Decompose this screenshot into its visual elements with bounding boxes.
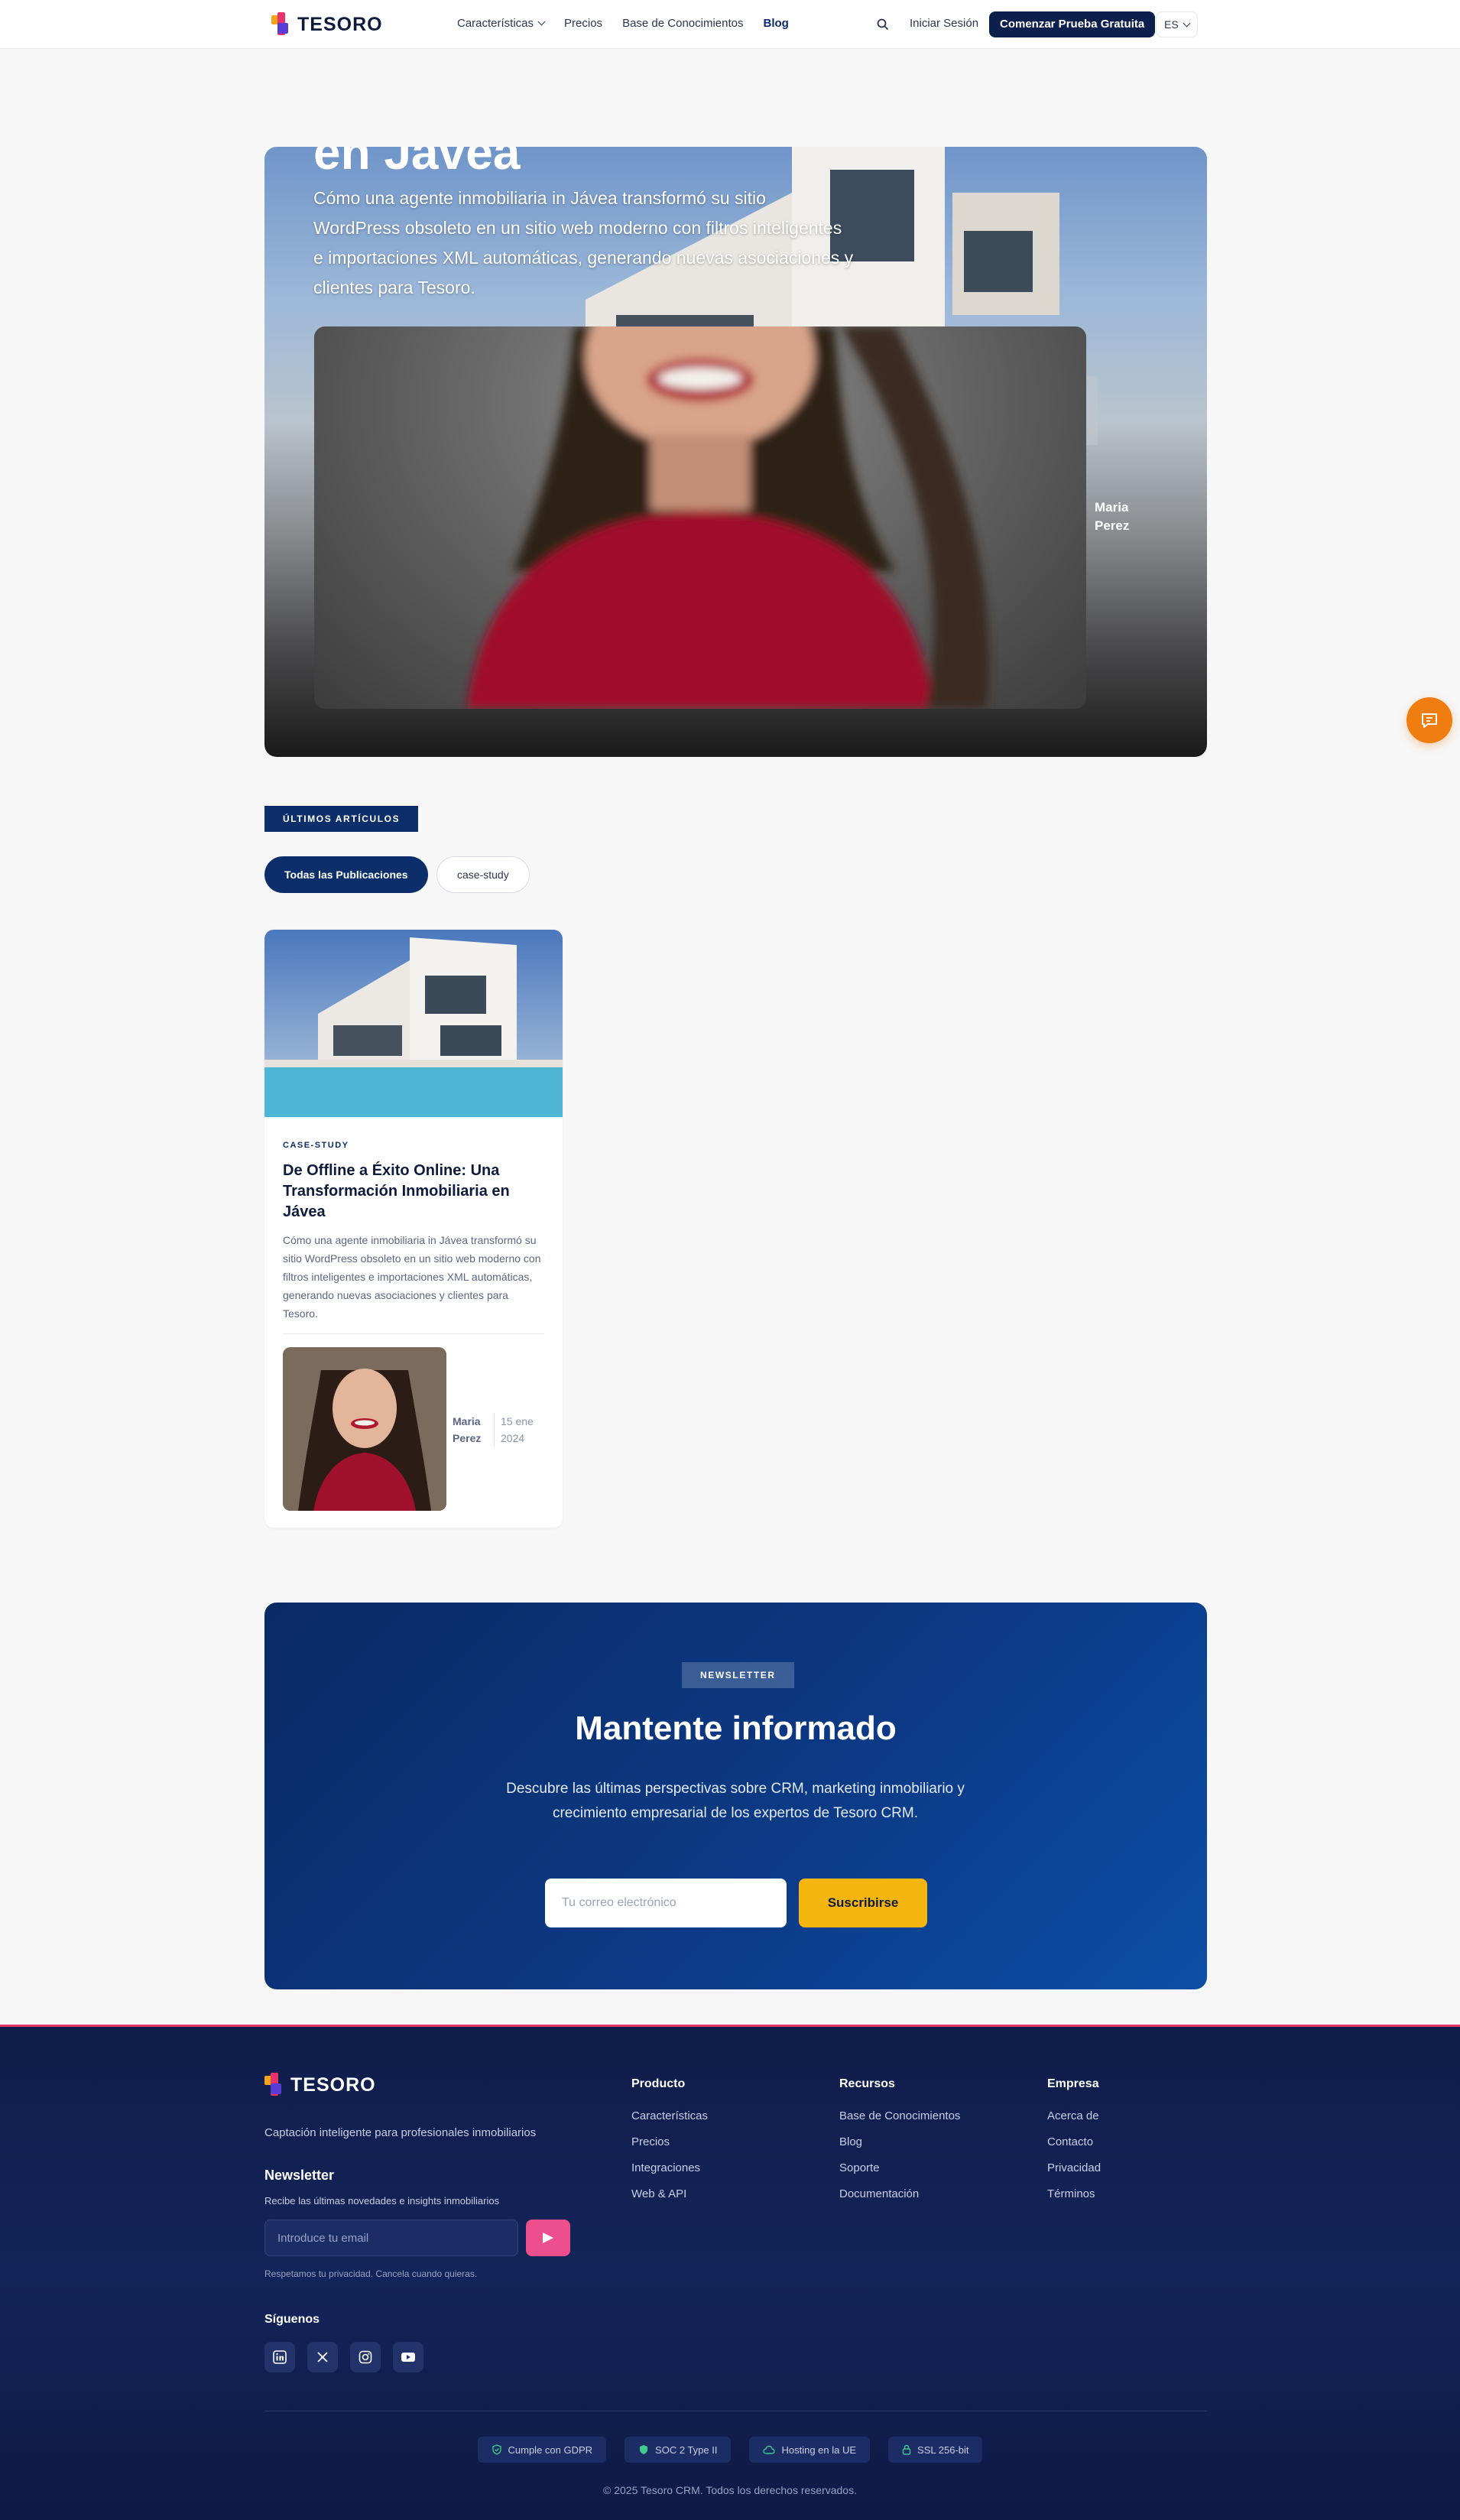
badge-label: SOC 2 Type II xyxy=(655,2444,718,2456)
filter-all-posts-button[interactable]: Todas las Publicaciones xyxy=(264,856,428,893)
free-trial-button[interactable]: Comenzar Prueba Gratuita xyxy=(989,11,1156,37)
nav-link-caracteristicas[interactable]: Características xyxy=(457,17,546,30)
subscribe-button[interactable]: Suscribirse xyxy=(799,1879,927,1927)
hero-description: Cómo una agente inmobiliaria in Jávea tr… xyxy=(313,188,854,297)
top-navbar: TESORO Características Precios Base de C… xyxy=(0,0,1460,49)
newsletter-email-input[interactable] xyxy=(545,1879,787,1927)
shield-icon xyxy=(640,2445,648,2454)
language-selector[interactable]: ES xyxy=(1156,11,1198,37)
footer-link[interactable]: Blog xyxy=(839,2135,960,2148)
hero-author-photo xyxy=(314,326,1086,709)
nav-link-base-conocimientos[interactable]: Base de Conocimientos xyxy=(622,17,743,30)
logo-text: TESORO xyxy=(297,13,383,35)
filter-case-study-button[interactable]: case-study xyxy=(436,856,530,893)
footer-column-producto: Producto Características Precios Integra… xyxy=(631,2077,708,2213)
social-links xyxy=(264,2342,423,2372)
hero-author-name: Maria Perez xyxy=(1095,498,1140,535)
newsletter-tag: NEWSLETTER xyxy=(682,1662,794,1688)
logo-mark-icon xyxy=(271,12,290,37)
logo[interactable]: TESORO xyxy=(271,12,383,37)
chat-bubble-icon xyxy=(1422,713,1437,728)
lock-icon xyxy=(902,2444,911,2455)
footer-link[interactable]: Documentación xyxy=(839,2187,960,2200)
footer-link[interactable]: Base de Conocimientos xyxy=(839,2109,960,2122)
article-excerpt: Cómo una agente inmobiliaria in Jávea tr… xyxy=(283,1234,541,1320)
footer-column-title: Empresa xyxy=(1047,2077,1099,2090)
follow-us-title: Síguenos xyxy=(264,2313,320,2326)
footer-link[interactable]: Web & API xyxy=(631,2187,708,2200)
footer-logo-text: TESORO xyxy=(290,2073,376,2096)
logo-mark-icon xyxy=(264,2073,283,2097)
newsletter-title: Mantente informado xyxy=(575,1710,897,1747)
badge-label: Hosting en la UE xyxy=(781,2444,857,2456)
nav-link-precios[interactable]: Precios xyxy=(564,17,602,30)
copyright: © 2025 Tesoro CRM. Todos los derechos re… xyxy=(603,2484,857,2496)
newsletter-section: NEWSLETTER Mantente informado Descubre l… xyxy=(264,1603,1207,1989)
login-link[interactable]: Iniciar Sesión xyxy=(910,17,978,30)
badge-label: SSL 256-bit xyxy=(917,2444,969,2456)
footer-link[interactable]: Acerca de xyxy=(1047,2109,1101,2122)
footer-column-recursos: Recursos Base de Conocimientos Blog Sopo… xyxy=(839,2077,960,2213)
footer-link[interactable]: Soporte xyxy=(839,2161,960,2174)
author-portrait-image xyxy=(283,1347,446,1511)
footer-link[interactable]: Términos xyxy=(1047,2187,1101,2200)
nav-link-blog[interactable]: Blog xyxy=(764,17,789,30)
footer-tagline: Captación inteligente para profesionales… xyxy=(264,2126,537,2139)
footer-link[interactable]: Precios xyxy=(631,2135,708,2148)
footer-link[interactable]: Privacidad xyxy=(1047,2161,1101,2174)
footer-column-empresa: Empresa Acerca de Contacto Privacidad Té… xyxy=(1047,2077,1101,2213)
footer-column-title: Recursos xyxy=(839,2077,895,2090)
badge-label: Cumple con GDPR xyxy=(508,2444,593,2456)
badge-soc2: SOC 2 Type II xyxy=(625,2437,732,2463)
footer-newsletter-subtitle: Recibe las últimas novedades e insights … xyxy=(264,2195,500,2207)
nav-links: Características Precios Base de Conocimi… xyxy=(457,17,789,30)
badge-eu-hosting: Hosting en la UE xyxy=(749,2437,871,2463)
language-label: ES xyxy=(1164,18,1179,31)
x-icon[interactable] xyxy=(307,2342,338,2372)
footer-link[interactable]: Contacto xyxy=(1047,2135,1101,2148)
send-icon[interactable] xyxy=(526,2220,570,2256)
search-icon[interactable] xyxy=(876,18,890,31)
divider xyxy=(283,1333,544,1334)
article-card[interactable]: CASE-STUDY De Offline a Éxito Online: Un… xyxy=(264,930,563,1528)
portrait-image xyxy=(467,326,990,709)
footer-link[interactable]: Integraciones xyxy=(631,2161,708,2174)
chevron-down-icon xyxy=(1183,19,1191,28)
shield-check-icon xyxy=(492,2444,501,2455)
badge-gdpr: Cumple con GDPR xyxy=(477,2437,607,2463)
article-author: Maria Perez xyxy=(453,1413,486,1447)
article-cover-image xyxy=(264,930,563,1117)
chat-button[interactable] xyxy=(1406,697,1452,743)
youtube-icon[interactable] xyxy=(393,2342,423,2372)
chevron-down-icon xyxy=(537,18,546,26)
footer-privacy-note: Respetamos tu privacidad. Cancela cuando… xyxy=(264,2268,478,2279)
article-date: 15 ene 2024 xyxy=(494,1413,540,1447)
hero-banner: en Jávea Cómo una agente inmobiliaria in… xyxy=(264,147,1207,757)
article-category: CASE-STUDY xyxy=(283,1141,349,1150)
author-avatar xyxy=(283,1347,446,1511)
footer-column-title: Producto xyxy=(631,2077,686,2090)
footer-newsletter-title: Newsletter xyxy=(264,2168,335,2183)
footer: TESORO Captación inteligente para profes… xyxy=(0,2025,1460,2520)
footer-link[interactable]: Características xyxy=(631,2109,708,2122)
newsletter-description: Descubre las últimas perspectivas sobre … xyxy=(506,1781,965,1821)
article-author-label: Maria Perez xyxy=(453,1415,482,1444)
footer-logo[interactable]: TESORO xyxy=(264,2073,376,2097)
nav-link-label: Características xyxy=(457,17,534,30)
linkedin-icon[interactable] xyxy=(264,2342,295,2372)
latest-articles-tag: ÚLTIMOS ARTÍCULOS xyxy=(264,806,419,832)
instagram-icon[interactable] xyxy=(350,2342,381,2372)
cloud-icon xyxy=(763,2445,776,2454)
article-title[interactable]: De Offline a Éxito Online: Una Transform… xyxy=(283,1161,543,1223)
hero-title: en Jávea xyxy=(313,147,521,180)
badge-ssl: SSL 256-bit xyxy=(888,2437,983,2463)
footer-email-input[interactable] xyxy=(264,2220,518,2256)
hero-author-label: Maria Perez xyxy=(1095,500,1130,533)
compliance-badges: Cumple con GDPR SOC 2 Type II Hosting en… xyxy=(0,2437,1460,2463)
